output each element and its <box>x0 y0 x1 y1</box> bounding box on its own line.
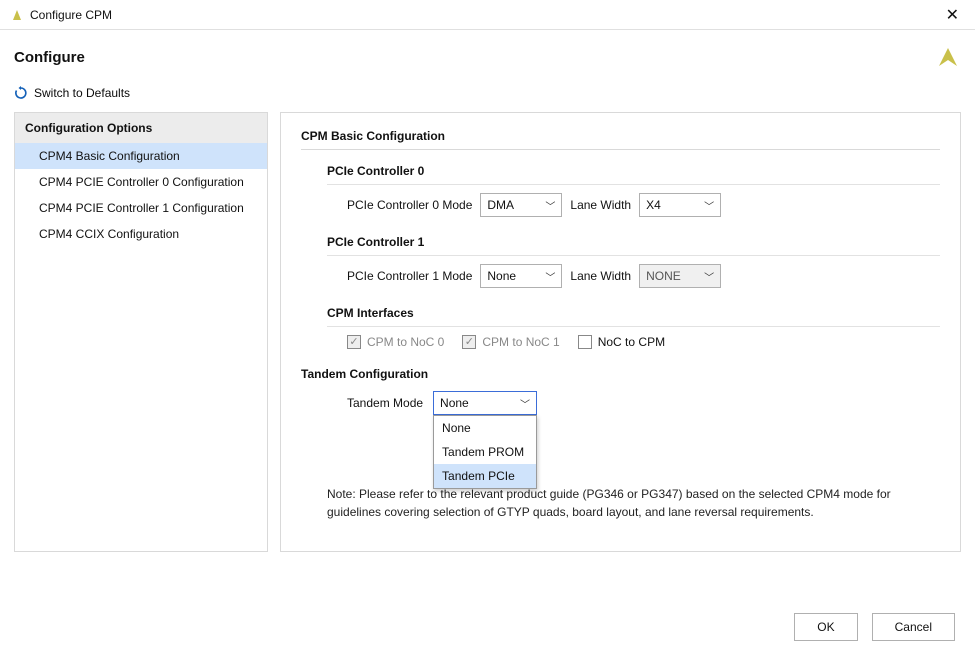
pcie0-lane-select[interactable]: X4 ﹀ <box>639 193 721 217</box>
pcie1-lane-label: Lane Width <box>570 269 631 283</box>
cpm-noc1-label: CPM to NoC 1 <box>482 335 559 349</box>
cancel-button[interactable]: Cancel <box>872 613 955 641</box>
tandem-option-pcie[interactable]: Tandem PCIe <box>434 464 536 488</box>
sidebar-item-label: CPM4 PCIE Controller 0 Configuration <box>39 175 244 189</box>
pcie0-title: PCIe Controller 0 <box>327 164 940 185</box>
tandem-mode-label: Tandem Mode <box>347 396 423 410</box>
window-title: Configure CPM <box>30 8 940 22</box>
switch-defaults-bar: Switch to Defaults <box>8 78 967 112</box>
app-icon <box>10 8 24 22</box>
checkbox-checked-disabled-icon: ✓ <box>462 335 476 349</box>
pcie1-mode-label: PCIe Controller 1 Mode <box>347 269 472 283</box>
button-label: OK <box>817 620 834 634</box>
cpm-noc0-label: CPM to NoC 0 <box>367 335 444 349</box>
tandem-mode-dropdown: None Tandem PROM Tandem PCIe <box>433 415 537 489</box>
checkbox-checked-disabled-icon: ✓ <box>347 335 361 349</box>
pcie1-title: PCIe Controller 1 <box>327 235 940 256</box>
pcie0-mode-value: DMA <box>487 198 514 212</box>
note-text: Note: Please refer to the relevant produ… <box>327 485 940 521</box>
page-title: Configure <box>14 49 935 66</box>
tandem-option-none[interactable]: None <box>434 416 536 440</box>
pcie1-lane-value: NONE <box>646 269 681 283</box>
sidebar: Configuration Options CPM4 Basic Configu… <box>14 112 268 552</box>
cpm-noc0-checkbox: ✓ CPM to NoC 0 <box>347 335 444 349</box>
sidebar-item-basic[interactable]: CPM4 Basic Configuration <box>15 143 267 169</box>
sidebar-item-pcie0[interactable]: CPM4 PCIE Controller 0 Configuration <box>15 169 267 195</box>
option-label: Tandem PCIe <box>442 469 515 483</box>
checkbox-unchecked-icon[interactable] <box>578 335 592 349</box>
sidebar-item-pcie1[interactable]: CPM4 PCIE Controller 1 Configuration <box>15 195 267 221</box>
tandem-mode-value: None <box>440 396 469 410</box>
page-header: Configure <box>8 30 967 78</box>
chevron-down-icon: ﹀ <box>704 269 714 284</box>
chevron-down-icon: ﹀ <box>704 198 714 213</box>
titlebar: Configure CPM ✕ <box>0 0 975 30</box>
chevron-down-icon: ﹀ <box>520 396 530 411</box>
noc-cpm-checkbox[interactable]: NoC to CPM <box>578 335 665 349</box>
pcie0-lane-label: Lane Width <box>570 198 631 212</box>
refresh-icon[interactable] <box>14 86 28 100</box>
sidebar-header: Configuration Options <box>15 113 267 143</box>
chevron-down-icon: ﹀ <box>545 198 555 213</box>
sidebar-item-label: CPM4 Basic Configuration <box>39 149 180 163</box>
tandem-section: Tandem Configuration Tandem Mode None ﹀ … <box>301 367 940 415</box>
tandem-option-prom[interactable]: Tandem PROM <box>434 440 536 464</box>
cpm-interfaces-section: CPM Interfaces ✓ CPM to NoC 0 ✓ CPM to N… <box>327 306 940 349</box>
button-label: Cancel <box>895 620 932 634</box>
pcie0-mode-label: PCIe Controller 0 Mode <box>347 198 472 212</box>
main-panel: CPM Basic Configuration PCIe Controller … <box>280 112 961 552</box>
sidebar-item-label: CPM4 PCIE Controller 1 Configuration <box>39 201 244 215</box>
pcie0-lane-value: X4 <box>646 198 661 212</box>
noc-cpm-label: NoC to CPM <box>598 335 665 349</box>
pcie1-lane-select: NONE ﹀ <box>639 264 721 288</box>
pcie0-section: PCIe Controller 0 PCIe Controller 0 Mode… <box>327 164 940 217</box>
tandem-mode-select[interactable]: None ﹀ <box>433 391 537 415</box>
cpm-noc1-checkbox: ✓ CPM to NoC 1 <box>462 335 559 349</box>
option-label: None <box>442 421 471 435</box>
dialog-footer: OK Cancel <box>794 613 955 641</box>
ok-button[interactable]: OK <box>794 613 857 641</box>
switch-defaults-link[interactable]: Switch to Defaults <box>34 86 130 100</box>
pcie0-mode-select[interactable]: DMA ﹀ <box>480 193 562 217</box>
sidebar-item-ccix[interactable]: CPM4 CCIX Configuration <box>15 221 267 247</box>
sidebar-item-label: CPM4 CCIX Configuration <box>39 227 179 241</box>
cpm-interfaces-title: CPM Interfaces <box>327 306 940 327</box>
section-title: CPM Basic Configuration <box>301 129 940 150</box>
pcie1-mode-select[interactable]: None ﹀ <box>480 264 562 288</box>
close-icon[interactable]: ✕ <box>940 5 965 25</box>
pcie1-section: PCIe Controller 1 PCIe Controller 1 Mode… <box>327 235 940 288</box>
option-label: Tandem PROM <box>442 445 524 459</box>
chevron-down-icon: ﹀ <box>545 269 555 284</box>
pcie1-mode-value: None <box>487 269 516 283</box>
brand-logo-icon <box>935 44 961 70</box>
tandem-title: Tandem Configuration <box>301 367 940 381</box>
